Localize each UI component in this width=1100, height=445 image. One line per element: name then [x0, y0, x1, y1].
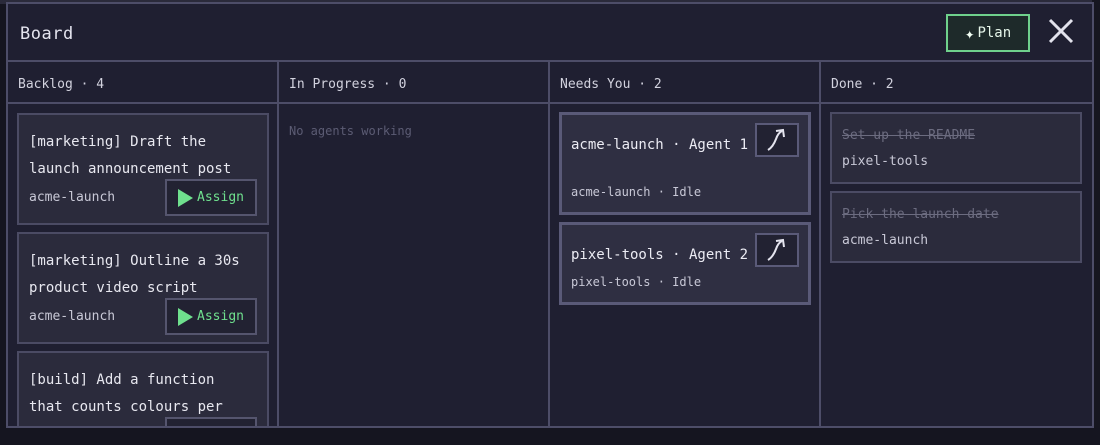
column-backlog: Backlog · 4 [marketing] Draft the launch…	[8, 62, 279, 428]
curved-arrow-icon	[767, 238, 785, 261]
board-title: Board	[20, 24, 74, 44]
column-header-in-progress: In Progress · 0	[279, 62, 548, 104]
task-card[interactable]: [marketing] Draft the launch announcemen…	[17, 113, 269, 225]
background-bottom	[0, 428, 1100, 445]
board-panel: Board ✦ Plan Backlog · 4 [marketing] Dra…	[6, 2, 1094, 428]
empty-state-text: No agents working	[289, 124, 412, 138]
close-button[interactable]	[1046, 16, 1076, 46]
jump-to-agent-button[interactable]	[755, 233, 799, 267]
column-body-done: Set up the README pixel-tools Pick the l…	[821, 104, 1092, 426]
column-header-backlog: Backlog · 4	[8, 62, 277, 104]
task-project: acme-launch	[29, 309, 116, 324]
task-card[interactable]: [build] Add a function that counts colou…	[17, 351, 269, 426]
task-project: acme-launch	[29, 190, 116, 205]
column-header-needs-you: Needs You · 2	[550, 62, 819, 104]
column-body-in-progress: No agents working	[279, 104, 548, 426]
sparkle-icon: ✦	[964, 23, 975, 43]
agent-title: acme-launch · Agent 1	[571, 137, 749, 153]
assign-label: Assign	[197, 190, 244, 205]
column-header-done: Done · 2	[821, 62, 1092, 104]
agent-card[interactable]: pixel-tools · Agent 2 pixel-tools · Idle	[559, 222, 811, 305]
done-task-title: Pick the launch date	[842, 207, 999, 222]
column-in-progress: In Progress · 0 No agents working	[279, 62, 550, 428]
agent-title: pixel-tools · Agent 2	[571, 247, 749, 263]
done-task-project: pixel-tools	[842, 154, 929, 169]
column-body-needs-you: acme-launch · Agent 1 acme-launch · Idle…	[550, 104, 819, 426]
done-card[interactable]: Set up the README pixel-tools	[830, 112, 1082, 184]
task-title: [marketing] Draft the launch announcemen…	[29, 134, 232, 177]
assign-label: Assign	[197, 309, 244, 324]
plan-label: Plan	[977, 25, 1012, 41]
play-icon	[178, 188, 194, 207]
done-card[interactable]: Pick the launch date acme-launch	[830, 191, 1082, 263]
plan-button[interactable]: ✦ Plan	[946, 14, 1030, 52]
column-done: Done · 2 Set up the README pixel-tools P…	[821, 62, 1092, 428]
assign-button[interactable]: Assign	[165, 298, 257, 335]
column-needs-you: Needs You · 2 acme-launch · Agent 1 acme…	[550, 62, 821, 428]
curved-arrow-icon	[767, 128, 785, 151]
assign-button[interactable]: Assign	[165, 179, 257, 216]
agent-status: pixel-tools · Idle	[571, 275, 702, 289]
assign-button[interactable]	[165, 417, 257, 426]
play-icon	[178, 307, 194, 326]
task-card[interactable]: [marketing] Outline a 30s product video …	[17, 232, 269, 344]
done-task-title: Set up the README	[842, 128, 976, 143]
agent-status: acme-launch · Idle	[571, 185, 702, 199]
jump-to-agent-button[interactable]	[755, 123, 799, 157]
column-body-backlog: [marketing] Draft the launch announcemen…	[8, 104, 277, 426]
agent-card[interactable]: acme-launch · Agent 1 acme-launch · Idle	[559, 112, 811, 215]
close-icon	[1048, 18, 1074, 44]
board-header: Board ✦ Plan	[8, 4, 1092, 62]
done-task-project: acme-launch	[842, 233, 929, 248]
task-title: [marketing] Outline a 30s product video …	[29, 253, 240, 296]
